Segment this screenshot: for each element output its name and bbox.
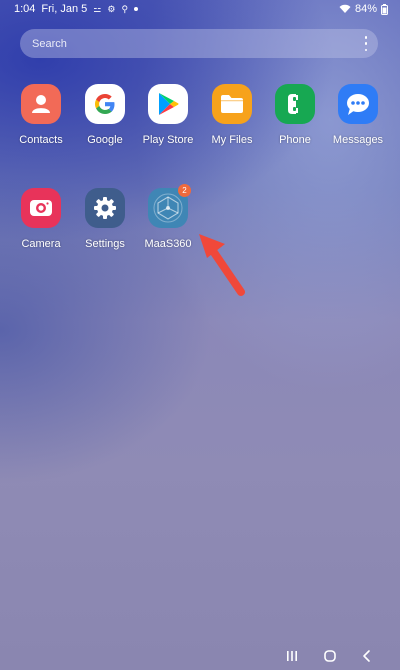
search-bar[interactable]: Search <box>20 29 378 58</box>
back-button[interactable] <box>359 648 375 664</box>
recent-apps-icon <box>287 651 297 661</box>
back-icon <box>363 650 370 662</box>
battery-level: 84% <box>354 3 377 15</box>
search-placeholder: Search <box>32 37 67 50</box>
app-contacts[interactable]: Contacts <box>9 84 73 146</box>
home-icon <box>324 650 336 662</box>
app-google[interactable]: Google <box>73 84 137 146</box>
recent-apps-button[interactable] <box>284 648 300 664</box>
camera-icon <box>21 188 61 228</box>
app-label: MaaS360 <box>144 238 192 250</box>
app-phone[interactable]: Phone <box>263 84 327 146</box>
battery-icon <box>381 3 388 15</box>
app-label: Settings <box>85 238 125 250</box>
annotation-arrow <box>199 234 245 296</box>
sync-icon: ⚙ <box>107 4 116 14</box>
app-label: Phone <box>279 134 311 146</box>
play-store-icon <box>148 84 188 124</box>
app-label: Play Store <box>142 134 194 146</box>
navigation-bar <box>0 640 400 670</box>
maas360-icon: 2 <box>148 184 191 228</box>
folder-icon <box>212 84 252 124</box>
google-icon <box>85 84 125 124</box>
wifi-icon <box>339 4 351 13</box>
location-icon: ⚲ <box>121 4 129 14</box>
app-maas360[interactable]: 2 MaaS360 <box>136 184 200 250</box>
app-messages[interactable]: Messages <box>326 84 390 146</box>
status-bar: 1:04 Fri, Jan 5 ⚍ ⚙ ⚲ 84% <box>0 0 400 18</box>
gear-icon <box>85 188 125 228</box>
app-label: Google <box>87 134 123 146</box>
app-camera[interactable]: Camera <box>9 188 73 250</box>
usb-icon: ⚍ <box>93 4 102 14</box>
home-button[interactable] <box>322 648 338 664</box>
app-my-files[interactable]: My Files <box>200 84 264 146</box>
phone-icon <box>275 84 315 124</box>
notification-dot-icon <box>134 7 139 11</box>
app-play-store[interactable]: Play Store <box>136 84 200 146</box>
more-options-icon[interactable] <box>364 36 368 51</box>
status-time: 1:04 <box>14 3 36 15</box>
app-label: My Files <box>211 134 253 146</box>
app-settings[interactable]: Settings <box>73 188 137 250</box>
contacts-icon <box>21 84 61 124</box>
status-date: Fri, Jan 5 <box>41 3 88 15</box>
messages-icon <box>338 84 378 124</box>
app-label: Camera <box>21 238 61 250</box>
app-label: Contacts <box>19 134 63 146</box>
notification-badge: 2 <box>178 184 191 197</box>
app-label: Messages <box>332 134 384 146</box>
